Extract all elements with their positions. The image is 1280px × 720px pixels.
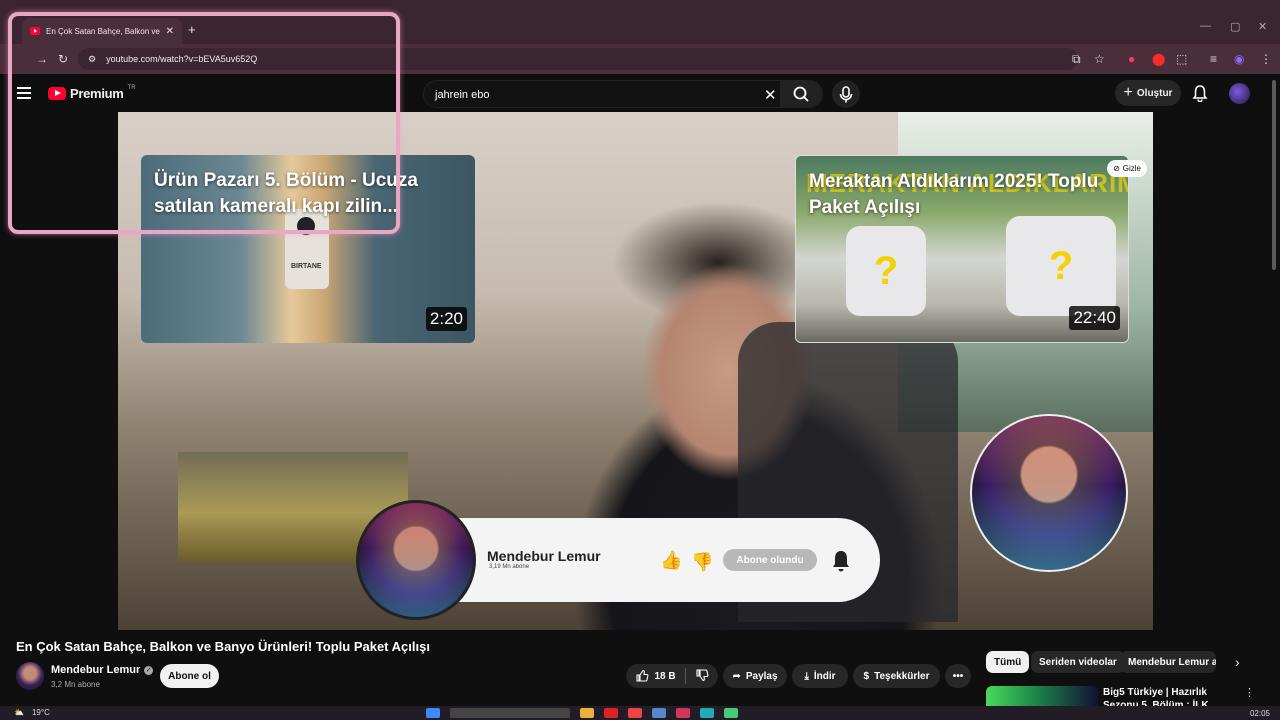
super-thanks-icon: $	[863, 670, 870, 682]
taskbar-apps	[426, 708, 738, 718]
app-icon[interactable]	[628, 708, 642, 718]
package-thumbnail: ?	[846, 226, 926, 316]
clock: 02:05	[1249, 709, 1270, 718]
like-button[interactable]: 18 B	[635, 669, 676, 683]
extension-shield-icon[interactable]: ⬤	[1152, 52, 1165, 66]
thanks-label: Teşekkürler	[874, 670, 930, 682]
hide-label: Gizle	[1122, 164, 1141, 173]
chip-channel[interactable]: Mendebur Lemur adlı	[1120, 651, 1216, 673]
chips-next-icon[interactable]: ›	[1235, 654, 1240, 670]
hide-endscreen-button[interactable]: ⊘ Gizle	[1107, 160, 1147, 177]
doorbell-brand-text: BIRTANE	[291, 263, 322, 270]
app-icon[interactable]	[604, 708, 618, 718]
microphone-icon	[839, 86, 853, 103]
endscreen-video-card[interactable]: MERAKTAN ALDIKLARIM ? ? Meraktan Aldıkla…	[795, 155, 1129, 343]
recommended-title[interactable]: Big5 Türkiye | Hazırlık Sezonu 5. Bölüm …	[1103, 686, 1243, 706]
voice-search-button[interactable]	[832, 80, 860, 108]
account-avatar[interactable]	[1229, 83, 1250, 104]
package-thumbnail: ?	[1006, 216, 1116, 316]
endcard-duration: 22:40	[1069, 306, 1120, 330]
dislike-button[interactable]	[695, 668, 709, 685]
like-divider	[684, 668, 686, 684]
app-icon[interactable]	[652, 708, 666, 718]
dislike-icon	[696, 668, 709, 681]
search-icon	[793, 86, 809, 102]
weather-temp: 19°C	[31, 708, 50, 717]
thumbs-up-icon: 👍	[660, 550, 683, 570]
search-button[interactable]	[780, 81, 822, 107]
like-dislike-group: 18 B	[626, 664, 718, 688]
weather-widget[interactable]: ⛅ 19°C	[14, 708, 50, 717]
share-icon: ➦	[732, 670, 741, 682]
chip-all[interactable]: Tümü	[986, 651, 1030, 673]
overlay-channel-name: Mendebur Lemur	[487, 548, 601, 564]
overlay-bell-icon	[829, 548, 853, 579]
install-app-icon[interactable]: ⧉	[1072, 52, 1081, 67]
create-button[interactable]: + Oluştur	[1115, 80, 1181, 106]
more-actions-button[interactable]: •••	[945, 664, 971, 688]
recommended-menu-icon[interactable]: ⋮	[1244, 686, 1255, 699]
share-button[interactable]: ➦ Paylaş	[723, 664, 787, 688]
extension-red-icon[interactable]: ●	[1128, 52, 1135, 66]
recommended-thumbnail[interactable]	[986, 686, 1098, 706]
channel-avatar[interactable]	[16, 662, 44, 690]
tab-hover-highlight	[8, 12, 400, 234]
taskbar-search[interactable]	[450, 708, 570, 718]
maximize-icon[interactable]: ▢	[1230, 20, 1240, 33]
app-icon[interactable]	[724, 708, 738, 718]
channel-subscriber-count: 3,2 Mn abone	[51, 680, 100, 689]
share-label: Paylaş	[745, 670, 778, 682]
close-window-icon[interactable]: ✕	[1258, 20, 1267, 33]
app-icon[interactable]	[700, 708, 714, 718]
overlay-subscribed-button: Abone olundu	[723, 549, 817, 571]
verified-check-icon: ✓	[144, 665, 154, 675]
app-icon[interactable]	[676, 708, 690, 718]
more-horizontal-icon: •••	[952, 670, 964, 682]
channel-avatar-overlay	[356, 500, 476, 620]
like-icon	[636, 669, 649, 682]
profile-icon[interactable]: ◉	[1234, 52, 1244, 66]
plus-icon: +	[1123, 84, 1133, 101]
notifications-bell-icon[interactable]	[1192, 84, 1208, 107]
file-explorer-icon[interactable]	[580, 708, 594, 718]
like-count: 18 B	[654, 670, 676, 682]
overlay-subscriber-count: 3,19 Mn abone	[489, 564, 530, 570]
eye-off-icon: ⊘	[1113, 164, 1120, 173]
channel-name[interactable]: Mendebur Lemur ✓	[51, 664, 154, 676]
search-input[interactable]: jahrein ebo	[435, 89, 489, 101]
search-box[interactable]: jahrein ebo ✕	[423, 80, 823, 108]
bookmark-star-icon[interactable]: ☆	[1094, 52, 1105, 66]
download-icon: ⤓	[804, 670, 809, 682]
download-button[interactable]: ⤓ İndir	[792, 664, 848, 688]
media-control-icon[interactable]: ≡	[1210, 52, 1217, 66]
thanks-button[interactable]: $ Teşekkürler	[853, 664, 940, 688]
video-title: En Çok Satan Bahçe, Balkon ve Banyo Ürün…	[16, 639, 430, 654]
clear-search-icon[interactable]: ✕	[764, 86, 777, 104]
chip-series[interactable]: Seriden videolar	[1031, 651, 1125, 673]
page-scrollbar[interactable]	[1272, 80, 1276, 270]
extensions-puzzle-icon[interactable]: ⬚	[1176, 52, 1187, 66]
minimize-icon[interactable]: —	[1200, 20, 1211, 32]
channel-name-text: Mendebur Lemur	[51, 664, 141, 676]
download-label: İndir	[813, 670, 836, 682]
endcard-duration: 2:20	[425, 307, 467, 331]
subscribe-button[interactable]: Abone ol	[160, 664, 219, 688]
weather-icon: ⛅	[14, 708, 24, 717]
create-label: Oluştur	[1136, 87, 1173, 99]
os-taskbar: ⛅ 19°C 02:05	[0, 706, 1280, 720]
channel-watermark-avatar[interactable]	[970, 414, 1128, 572]
menu-kebab-icon[interactable]: ⋮	[1260, 52, 1272, 66]
start-icon[interactable]	[426, 708, 440, 718]
thumbs-down-icon: 👎	[691, 552, 714, 572]
endcard-title: Meraktan Aldıklarım 2025! Toplu Paket Aç…	[809, 171, 1099, 218]
